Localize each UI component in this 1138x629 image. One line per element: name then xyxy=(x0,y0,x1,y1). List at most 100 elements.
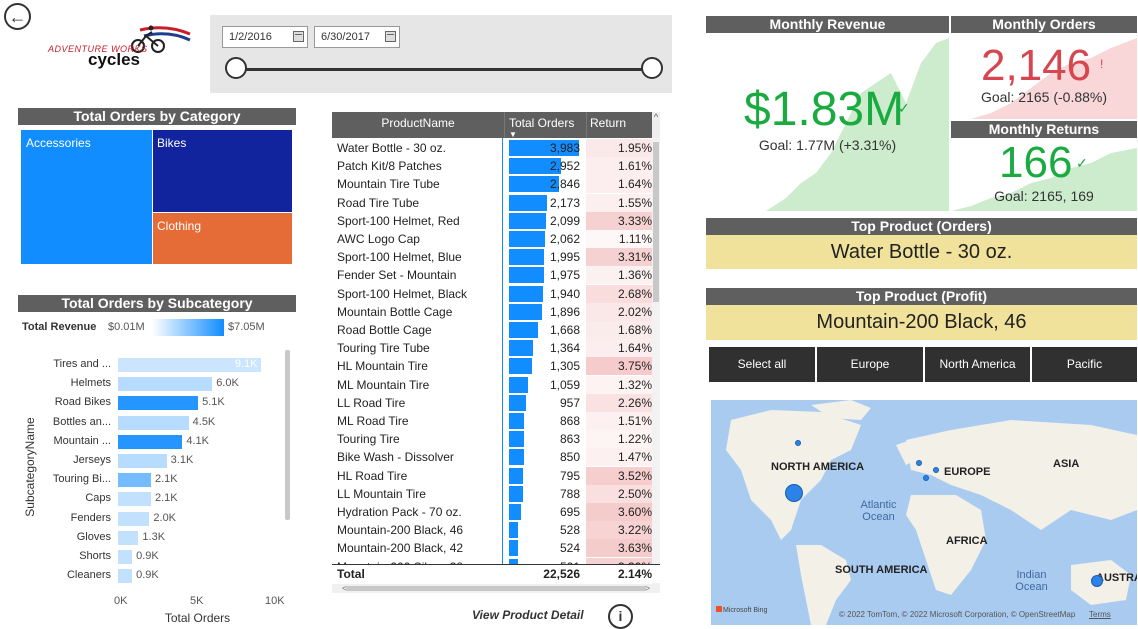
cell-return-rate: 1.51% xyxy=(617,414,652,428)
table-row[interactable]: Water Bottle - 30 oz. 3,983 1.95% xyxy=(332,139,652,157)
subcategory-bar[interactable] xyxy=(118,569,133,584)
treemap-label: Clothing xyxy=(157,219,202,233)
cell-return-rate: 1.22% xyxy=(617,432,652,447)
cell-orders: 2,846 xyxy=(549,177,580,192)
table-row[interactable]: Road Tire Tube 2,173 1.55% xyxy=(332,193,652,212)
region-button-europe[interactable]: Europe xyxy=(817,347,923,382)
subcategory-label: Helmets xyxy=(70,377,111,390)
table-row[interactable]: HL Road Tire 795 3.52% xyxy=(332,466,652,485)
revenue-title: Monthly Revenue xyxy=(706,16,949,33)
table-row[interactable]: Road Bottle Cage 1,668 1.68% xyxy=(332,321,652,339)
map-bubble-germany[interactable] xyxy=(933,467,939,473)
returns-card: 166 ✓ Goal: 2165, 169 xyxy=(951,138,1137,211)
sales-map[interactable]: NORTH AMERICA EUROPE ASIA AFRICA SOUTH A… xyxy=(711,400,1137,625)
table-row[interactable]: Mountain Tire Tube 2,846 1.64% xyxy=(332,175,652,194)
col-header-return-rate[interactable]: Return Rate xyxy=(586,112,652,152)
table-row[interactable]: Fender Set - Mountain 1,975 1.36% xyxy=(332,266,652,285)
back-button[interactable]: ← xyxy=(4,3,31,30)
logo-line2: cycles xyxy=(88,50,140,69)
slider-end-handle[interactable] xyxy=(641,57,663,79)
table-row[interactable]: Sport-100 Helmet, Black 1,940 2.68% xyxy=(332,284,652,303)
calendar-icon[interactable] xyxy=(293,31,304,42)
table-row[interactable]: Patch Kit/8 Patches 2,952 1.61% xyxy=(332,157,652,176)
subcategory-bar[interactable] xyxy=(118,511,150,526)
subcategory-bar[interactable] xyxy=(118,550,133,564)
region-button-north-america[interactable]: North America xyxy=(925,347,1030,382)
end-date-input[interactable]: 6/30/2017 xyxy=(314,26,400,48)
table-scrollbar[interactable] xyxy=(652,138,660,584)
cell-orders: 1,995 xyxy=(549,250,580,265)
col-header-orders[interactable]: Total Orders ▼ xyxy=(504,112,586,139)
legend-gradient xyxy=(152,319,224,336)
subcategory-bar[interactable] xyxy=(118,377,213,392)
cell-orders: 788 xyxy=(559,486,580,501)
col-header-orders-label: Total Orders xyxy=(509,116,575,130)
subcategory-bar[interactable] xyxy=(118,454,167,468)
revenue-card: $1.83M ✓ Goal: 1.77M (+3.31%) xyxy=(706,33,949,211)
table-row[interactable]: Mountain-200 Black, 42 524 3.63% xyxy=(332,539,652,558)
treemap-accessories[interactable]: Accessories xyxy=(21,130,152,264)
map-terms-link[interactable]: Terms xyxy=(1089,610,1111,619)
column-divider xyxy=(502,138,503,582)
subcategory-bar[interactable] xyxy=(118,473,151,488)
subcategory-bar[interactable] xyxy=(118,530,139,545)
cell-orders: 3,983 xyxy=(549,141,580,155)
start-date-value: 1/2/2016 xyxy=(229,31,272,43)
table-row[interactable]: HL Mountain Tire 1,305 3.75% xyxy=(332,357,652,376)
table-row[interactable]: Sport-100 Helmet, Blue 1,995 3.31% xyxy=(332,248,652,267)
treemap-clothing[interactable]: Clothing xyxy=(153,213,292,264)
region-button-select-all[interactable]: Select all xyxy=(709,347,815,382)
col-header-product[interactable]: ProductName xyxy=(332,112,504,138)
subcategory-bar[interactable] xyxy=(118,396,199,411)
map-bubble-uk[interactable] xyxy=(916,460,922,466)
map-credit: © 2022 TomTom, © 2022 Microsoft Corporat… xyxy=(839,610,1076,619)
subcategory-label: Tires and ... xyxy=(53,358,111,370)
scroll-up-icon[interactable]: ^ xyxy=(652,112,660,138)
cell-orders: 528 xyxy=(559,523,580,538)
cell-product-name: Touring Tire Tube xyxy=(337,341,430,356)
subcategory-value-label: 0.9K xyxy=(136,569,159,582)
horizontal-scrollbar[interactable]: < > xyxy=(332,584,660,593)
start-date-input[interactable]: 1/2/2016 xyxy=(222,26,308,48)
subcategory-label: Cleaners xyxy=(66,569,111,582)
subcategory-bar[interactable] xyxy=(118,492,151,507)
subcategory-bar[interactable] xyxy=(118,415,189,430)
orders-value: 2,146 xyxy=(981,41,1092,90)
orders-card: 2,146 ! Goal: 2165 (-0.88%) xyxy=(951,33,1137,119)
info-icon[interactable]: i xyxy=(608,604,633,629)
subcategory-value-label: 2.1K xyxy=(154,492,178,505)
slider-start-handle[interactable] xyxy=(225,57,247,79)
subcategory-label: Gloves xyxy=(76,530,111,543)
view-product-detail-link[interactable]: View Product Detail xyxy=(472,608,584,622)
table-row[interactable]: AWC Logo Cap 2,062 1.11% xyxy=(332,230,652,248)
map-bubble-france[interactable] xyxy=(923,475,929,481)
table-row[interactable]: Touring Tire 863 1.22% xyxy=(332,430,652,449)
region-button-pacific[interactable]: Pacific xyxy=(1032,347,1137,382)
map-bubble-australia[interactable] xyxy=(1091,575,1103,587)
cell-product-name: AWC Logo Cap xyxy=(337,232,420,246)
world-map xyxy=(726,400,1137,625)
table-row[interactable]: ML Road Tire 868 1.51% xyxy=(332,412,652,430)
subcategory-value-label: 1.3K xyxy=(142,530,166,543)
scrollbar[interactable] xyxy=(285,350,290,520)
subcategory-label: Jerseys xyxy=(73,454,111,466)
table-row[interactable]: Touring Tire Tube 1,364 1.64% xyxy=(332,339,652,358)
table-row[interactable]: LL Mountain Tire 788 2.50% xyxy=(332,484,652,503)
subcategory-bar[interactable] xyxy=(118,434,183,449)
subcategory-value-label: 3.1K xyxy=(170,454,194,466)
subcategory-label: Shorts xyxy=(79,550,111,562)
map-bubble-usa[interactable] xyxy=(785,484,803,502)
returns-value: 166 xyxy=(999,138,1073,187)
table-row[interactable]: LL Road Tire 957 2.26% xyxy=(332,393,652,412)
table-row[interactable]: Hydration Pack - 70 oz. 695 3.60% xyxy=(332,503,652,521)
slider-track[interactable] xyxy=(236,68,654,71)
table-row[interactable]: Bike Wash - Dissolver 850 1.47% xyxy=(332,448,652,467)
table-row[interactable]: Mountain Bottle Cage 1,896 2.02% xyxy=(332,302,652,321)
calendar-icon[interactable] xyxy=(385,31,396,42)
table-row[interactable]: Mountain-200 Black, 46 528 3.22% xyxy=(332,521,652,540)
orders-title: Monthly Orders xyxy=(951,16,1137,33)
map-bubble-canada[interactable] xyxy=(795,440,801,446)
treemap-bikes[interactable]: Bikes xyxy=(153,130,292,212)
table-row[interactable]: ML Mountain Tire 1,059 1.32% xyxy=(332,375,652,394)
table-row[interactable]: Sport-100 Helmet, Red 2,099 3.33% xyxy=(332,211,652,230)
